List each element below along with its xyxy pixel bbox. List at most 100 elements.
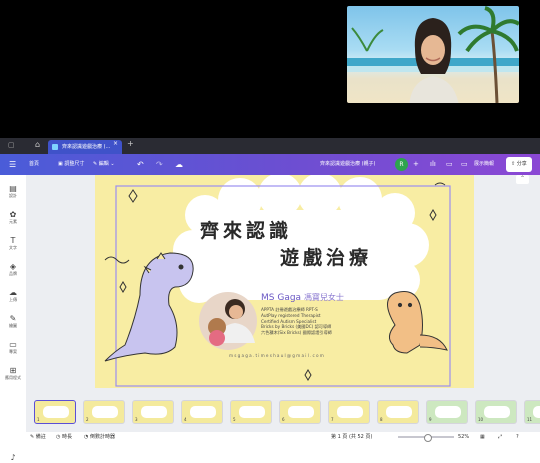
orange-dinosaur bbox=[387, 291, 448, 354]
tab-title: 齊來認識遊戲治療 (... bbox=[62, 144, 111, 150]
resize-label: 調整尺寸 bbox=[64, 161, 85, 167]
text-icon: T bbox=[10, 236, 16, 245]
sidebar-item-2[interactable]: T 文字 bbox=[0, 236, 26, 251]
thumbnail-preview bbox=[239, 406, 265, 418]
sidebar-toggle-icon[interactable]: ▢ bbox=[8, 141, 15, 149]
notes-button[interactable]: ✎ 備註 bbox=[30, 431, 46, 443]
cloud-saved-icon: ☁ bbox=[175, 160, 183, 169]
slide-thumbnail[interactable]: 11 bbox=[524, 400, 540, 424]
add-collaborator-icon[interactable]: + bbox=[413, 154, 419, 175]
thumbnail-preview bbox=[190, 406, 216, 418]
canva-editor: ▢ ⌂ 齊來認識遊戲治療 (... × + ☰ 首頁 ▣ 調整尺寸 ✎ 編輯 ⌄… bbox=[0, 138, 540, 463]
sidebar-item-6[interactable]: ▭ 專案 bbox=[0, 340, 26, 355]
thumbnail-preview bbox=[92, 406, 118, 418]
elements-icon: ✿ bbox=[9, 210, 17, 219]
page-indicator: 第 1 頁 (共 52 頁) bbox=[331, 434, 373, 440]
resize-button[interactable]: ▣ 調整尺寸 bbox=[58, 154, 84, 175]
sidebar-item-label: 繪圖 bbox=[9, 323, 17, 328]
slide-thumbnail[interactable]: 6 bbox=[279, 400, 321, 424]
present-button[interactable]: 展示簡報 bbox=[474, 154, 494, 175]
thumbnail-number: 11 bbox=[527, 417, 533, 422]
slide-thumbnail[interactable]: 10 bbox=[475, 400, 517, 424]
browser-tab-bar: ▢ ⌂ 齊來認識遊戲治療 (... × + bbox=[0, 138, 540, 154]
duration-button[interactable]: ◷ 時長 bbox=[56, 431, 72, 443]
sidebar-item-1[interactable]: ✿ 元素 bbox=[0, 210, 26, 225]
presenter-name-en: MS Gaga bbox=[261, 293, 302, 303]
notes-label: 備註 bbox=[35, 434, 46, 440]
sidebar-item-label: 上傳 bbox=[9, 297, 17, 302]
document-title[interactable]: 齊來認識遊戲治療 (親子) bbox=[320, 154, 376, 175]
thumbnail-number: 5 bbox=[233, 417, 236, 422]
share-label: 分享 bbox=[516, 161, 527, 167]
sidebar-item-5[interactable]: ✎ 繪圖 bbox=[0, 314, 26, 329]
browser-tab-active[interactable]: 齊來認識遊戲治療 (... bbox=[48, 140, 122, 154]
thumbnail-number: 10 bbox=[478, 417, 484, 422]
left-sidebar: ▤ 設計 ✿ 元素 T 文字 ◈ 品牌 ☁ 上傳 ✎ 繪圖 ▭ 專案 ⊞ 應用程式 ♪ bbox=[0, 175, 27, 463]
thumbnail-preview bbox=[386, 406, 412, 418]
purple-dinosaur bbox=[104, 252, 194, 362]
sidebar-item-3[interactable]: ◈ 品牌 bbox=[0, 262, 26, 277]
grid-view-icon[interactable]: ▦ bbox=[480, 431, 485, 443]
timer-label: 倒數計時器 bbox=[89, 434, 115, 440]
slide-1[interactable]: 齊來認識 遊戲治療 MS Gaga 馮寶兒女士 APPTA 註冊遊戲治療師 RP… bbox=[95, 175, 474, 388]
zoom-slider[interactable] bbox=[398, 434, 454, 442]
thumbnail-number: 9 bbox=[429, 417, 432, 422]
home-icon[interactable]: ⌂ bbox=[35, 140, 40, 149]
presenter-name: MS Gaga 馮寶兒女士 bbox=[261, 292, 344, 303]
slide-thumbnails: 1 2 3 4 5 6 7 8 9 10 11 bbox=[34, 400, 540, 426]
canvas-area: 齊來認識 遊戲治療 MS Gaga 馮寶兒女士 APPTA 註冊遊戲治療師 RP… bbox=[26, 175, 540, 432]
slide-thumbnail[interactable]: 3 bbox=[132, 400, 174, 424]
credential-line: 六色積木(Six Bricks) 國際認證引導師 bbox=[261, 330, 332, 336]
thumbnail-preview bbox=[484, 406, 510, 418]
sidebar-item-label: 應用程式 bbox=[5, 375, 21, 380]
thumbnail-preview bbox=[141, 406, 167, 418]
slide-thumbnail[interactable]: 9 bbox=[426, 400, 468, 424]
canva-favicon-icon bbox=[52, 144, 58, 150]
new-tab-icon[interactable]: + bbox=[127, 139, 134, 148]
insights-icon[interactable]: ılı bbox=[430, 154, 436, 175]
thumbnail-number: 4 bbox=[184, 417, 187, 422]
editor-toolbar: ☰ 首頁 ▣ 調整尺寸 ✎ 編輯 ⌄ ↶ ↷ ☁ 齊來認識遊戲治療 (親子) R… bbox=[0, 154, 540, 175]
slide-thumbnail[interactable]: 4 bbox=[181, 400, 223, 424]
credentials-list: APPTA 註冊遊戲治療師 RPT-S AutPlay registered Th… bbox=[261, 307, 332, 336]
presenter-name-zh: 馮寶兒女士 bbox=[303, 293, 344, 302]
thumbnail-number: 3 bbox=[135, 417, 138, 422]
help-icon[interactable]: ? bbox=[516, 431, 519, 443]
webcam-video bbox=[347, 6, 519, 103]
timer-button[interactable]: ◔ 倒數計時器 bbox=[84, 431, 115, 443]
close-tab-icon[interactable]: × bbox=[113, 140, 118, 147]
status-bar: ✎ 備註 ◷ 時長 ◔ 倒數計時器 第 1 頁 (共 52 頁) 52% ▦ ⤢… bbox=[26, 430, 540, 444]
slide-thumbnail[interactable]: 1 bbox=[34, 400, 76, 424]
zoom-slider-handle[interactable] bbox=[424, 434, 432, 442]
slide-thumbnail[interactable]: 5 bbox=[230, 400, 272, 424]
slide-title-line2: 遊戲治療 bbox=[280, 247, 373, 269]
sidebar-item-7[interactable]: ⊞ 應用程式 bbox=[0, 366, 26, 381]
fullscreen-icon[interactable]: ⤢ bbox=[498, 431, 502, 443]
sidebar-item-4[interactable]: ☁ 上傳 bbox=[0, 288, 26, 303]
presenter-person bbox=[409, 18, 459, 103]
layout-icon: ▤ bbox=[9, 184, 17, 193]
slide-thumbnail[interactable]: 2 bbox=[83, 400, 125, 424]
sidebar-item-0[interactable]: ▤ 設計 bbox=[0, 184, 26, 199]
comment-icon[interactable]: ▭ bbox=[446, 154, 453, 175]
slide-thumbnail[interactable]: 8 bbox=[377, 400, 419, 424]
thumbnail-number: 1 bbox=[37, 417, 40, 422]
share-button[interactable]: ⇧ 分享 bbox=[506, 157, 532, 172]
home-button[interactable]: 首頁 bbox=[29, 154, 39, 175]
slide-title-line1: 齊來認識 bbox=[200, 220, 293, 242]
collapse-icon[interactable]: ⌃ bbox=[516, 175, 529, 184]
user-avatar[interactable]: R bbox=[395, 158, 408, 171]
sidebar-item-label: 專案 bbox=[9, 349, 17, 354]
zoom-level[interactable]: 52% bbox=[458, 431, 469, 443]
present-icon[interactable]: ▭ bbox=[461, 154, 468, 175]
undo-icon[interactable]: ↶ bbox=[137, 154, 144, 175]
thumbnail-number: 7 bbox=[331, 417, 334, 422]
sidebar-item-label: 文字 bbox=[9, 245, 17, 250]
collapse-sidebar-icon[interactable]: ♪ bbox=[0, 453, 26, 462]
thumbnail-preview bbox=[435, 406, 461, 418]
slide-thumbnail[interactable]: 7 bbox=[328, 400, 370, 424]
menu-icon[interactable]: ☰ bbox=[9, 154, 16, 175]
thumbnail-number: 6 bbox=[282, 417, 285, 422]
edit-dropdown[interactable]: ✎ 編輯 ⌄ bbox=[93, 154, 115, 175]
redo-icon[interactable]: ↷ bbox=[156, 154, 163, 175]
